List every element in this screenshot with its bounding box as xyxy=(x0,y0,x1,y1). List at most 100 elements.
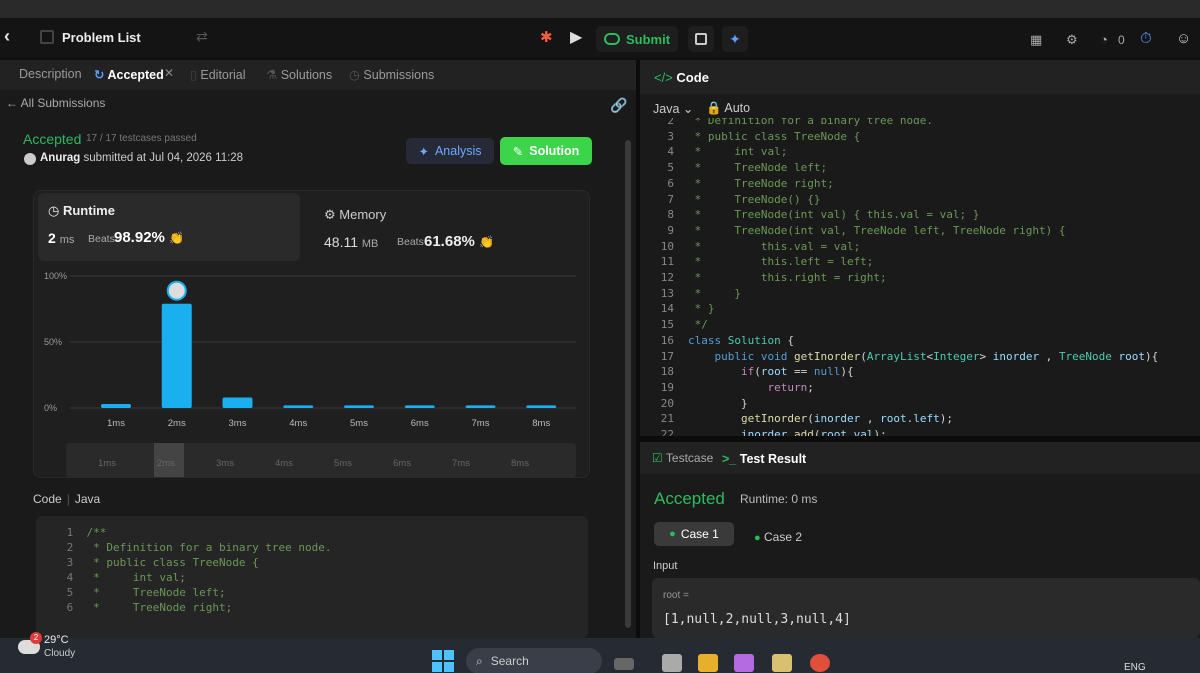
language-value: Java xyxy=(653,102,680,116)
edit-icon: ✎ xyxy=(512,144,524,159)
tab-testcase[interactable]: ☑ Testcase xyxy=(652,451,713,465)
user-icon[interactable]: ☺ xyxy=(1176,30,1191,47)
memory-title-label: Memory xyxy=(339,207,387,222)
tab-test-result[interactable]: >_ Test Result xyxy=(722,452,806,466)
line-number: 16 xyxy=(660,333,674,347)
x-tick-label: 7ms xyxy=(472,418,490,429)
runtime-title: ◷ Runtime xyxy=(48,203,115,219)
language-select[interactable]: Java ⌄ xyxy=(653,101,693,116)
solution-label: Solution xyxy=(529,144,580,158)
line-number: 6 xyxy=(667,176,674,190)
your-submission-avatar[interactable] xyxy=(166,280,187,301)
line-text: * public class TreeNode { xyxy=(86,556,259,569)
tab-editorial[interactable]: ▯ Editorial xyxy=(190,67,246,82)
runtime-unit: ms xyxy=(59,234,75,246)
chart-bar[interactable] xyxy=(101,404,131,408)
range-label: 6ms xyxy=(393,458,411,469)
code-panel-title: </> Code xyxy=(654,70,709,85)
line-text: * int val; xyxy=(688,145,788,159)
line-number: 15 xyxy=(660,318,674,332)
left-scrollbar[interactable] xyxy=(625,140,631,628)
bicycle-app-icon[interactable] xyxy=(614,658,634,670)
case-2-tab[interactable]: ● Case 2 xyxy=(754,530,802,544)
chart-bar[interactable] xyxy=(283,405,314,408)
store-icon[interactable] xyxy=(772,654,792,672)
line-number: 6 xyxy=(60,601,87,614)
tab-accepted[interactable]: ↻ Accepted xyxy=(94,67,164,82)
leetcode-logo-icon[interactable]: ‹ xyxy=(4,26,22,48)
case-1-tab[interactable]: ● Case 1 xyxy=(654,522,734,546)
memory-title[interactable]: ⚙ Memory xyxy=(324,207,386,223)
line-number: 7 xyxy=(667,192,674,206)
language-indicator[interactable]: ENG xyxy=(1124,662,1146,673)
y-tick-label: 0% xyxy=(44,403,57,413)
layout-icon[interactable]: ▦ xyxy=(1030,32,1042,48)
line-text: */ xyxy=(688,318,708,332)
line-text: inorder.add(root.val); xyxy=(740,428,887,436)
line-number: 11 xyxy=(660,255,674,269)
all-submissions-link[interactable]: ← All Submissions xyxy=(6,96,105,110)
line-number: 3 xyxy=(667,129,674,143)
chrome-icon[interactable] xyxy=(810,654,830,672)
tab-solutions[interactable]: ⚗ Solutions xyxy=(266,67,332,82)
code-editor[interactable]: 2 * Definition for a binary tree node. 3 … xyxy=(640,118,1200,436)
chart-bar[interactable] xyxy=(344,405,374,408)
close-tab-icon[interactable]: ✕ xyxy=(164,66,174,80)
share-link-icon[interactable]: 🔗 xyxy=(610,97,627,114)
line-number: 14 xyxy=(660,302,674,316)
windows-start-icon[interactable] xyxy=(432,650,454,672)
runtime-number: 2 xyxy=(48,230,56,246)
chart-bar[interactable] xyxy=(222,397,253,408)
streak-icon[interactable]: ◔ xyxy=(1100,32,1108,47)
avatar[interactable] xyxy=(24,153,36,165)
auto-mode[interactable]: 🔒 Auto xyxy=(706,101,750,116)
submissions-icon: ◷ xyxy=(349,68,360,82)
streak-count: 0 xyxy=(1118,33,1125,47)
settings-gear-icon[interactable]: ⚙ xyxy=(1066,32,1078,48)
tab-accepted-label: Accepted xyxy=(107,68,164,82)
shuffle-icon[interactable]: ⇄ xyxy=(196,28,208,45)
range-label: 7ms xyxy=(452,458,470,469)
line-text: * public class TreeNode { xyxy=(688,129,861,143)
code-title-label: Code xyxy=(676,70,709,85)
tab-submissions[interactable]: ◷ Submissions xyxy=(349,67,434,82)
code-header-label: Code xyxy=(33,492,62,506)
problem-list-title[interactable]: Problem List xyxy=(62,30,141,45)
taskbar-search[interactable]: ⌕ Search xyxy=(466,648,602,673)
chart-bar[interactable] xyxy=(526,405,557,408)
notes-button[interactable] xyxy=(688,26,714,52)
code-icon: </> xyxy=(654,70,673,85)
range-label: 4ms xyxy=(275,458,293,469)
x-tick-label: 3ms xyxy=(229,418,247,429)
chart-bar[interactable] xyxy=(161,303,192,408)
run-icon[interactable]: ▶ xyxy=(570,27,592,51)
chart-bar[interactable] xyxy=(404,405,435,408)
problem-list-icon[interactable] xyxy=(40,30,54,44)
submit-button[interactable]: Submit xyxy=(596,26,678,52)
result-runtime: Runtime: 0 ms xyxy=(740,492,818,506)
line-text: if(root == null){ xyxy=(740,365,854,379)
ai-assist-button[interactable]: ✦ xyxy=(722,26,748,52)
taskview-icon[interactable] xyxy=(662,654,682,672)
line-text: /** xyxy=(86,526,107,539)
tab-editorial-label: Editorial xyxy=(200,68,246,82)
solution-button[interactable]: ✎ Solution xyxy=(500,137,592,165)
note-icon xyxy=(695,33,707,45)
tab-description[interactable]: Description xyxy=(19,67,82,81)
input-label: Input xyxy=(653,560,678,572)
runtime-beats-pct: 98.92% 👏 xyxy=(114,229,184,246)
checkbox-icon: ☑ xyxy=(652,451,663,465)
code-line: 4 * int val; xyxy=(60,571,186,584)
copilot-icon[interactable] xyxy=(734,654,754,672)
line-text: * TreeNode(int val) { this.val = val; } xyxy=(688,208,980,222)
analysis-button[interactable]: ✦ Analysis xyxy=(406,138,494,164)
submitter-name[interactable]: Anurag xyxy=(40,152,80,164)
weather-temp[interactable]: 29°C xyxy=(44,634,69,646)
browser-strip xyxy=(0,0,1200,18)
debug-icon[interactable]: ✱ xyxy=(540,28,560,50)
file-explorer-icon[interactable] xyxy=(698,654,718,672)
chart-bar[interactable] xyxy=(465,405,496,408)
range-selector[interactable] xyxy=(66,443,576,477)
line-text: * TreeNode right; xyxy=(86,601,233,614)
timer-icon[interactable]: ⏱ xyxy=(1140,30,1152,47)
